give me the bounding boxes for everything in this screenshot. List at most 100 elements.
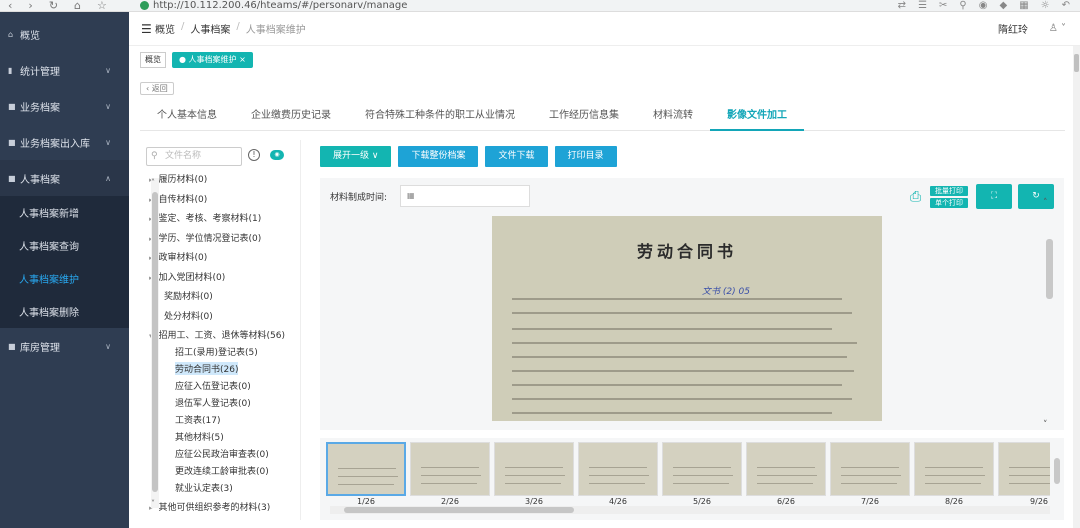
tab-material-flow[interactable]: 材料流转	[636, 101, 710, 131]
tree-child[interactable]: 应征入伍登记表(0)	[175, 379, 251, 392]
username[interactable]: 隋红玲	[998, 21, 1028, 36]
chevron-down-icon: ∨	[105, 341, 111, 351]
tree-child[interactable]: 工资表(17)	[175, 413, 220, 426]
tree-child[interactable]: 更改连续工龄审批表(0)	[175, 464, 269, 477]
tree-node[interactable]: 奖励材料(0)	[164, 289, 213, 302]
tab-special-work[interactable]: 符合特殊工种条件的职工从业情况	[348, 101, 532, 131]
batch-print-button[interactable]: 批量打印	[930, 186, 968, 196]
date-picker-input[interactable]: ▦	[400, 185, 530, 207]
sidebar-subitem-delete[interactable]: 人事档案删除	[0, 295, 129, 328]
thumb-line	[505, 475, 565, 476]
person-folder-icon: ■	[8, 173, 16, 183]
scroll-up-icon[interactable]: ˄	[151, 178, 155, 187]
back-icon[interactable]: ‹	[8, 0, 12, 12]
thumb-line	[673, 467, 731, 468]
print-toc-button[interactable]: 打印目录	[554, 146, 617, 167]
tree-search-input[interactable]: ⚲ 文件名称	[146, 147, 242, 166]
thumbnail-image	[998, 442, 1050, 496]
page-scrollbar[interactable]	[1073, 46, 1080, 528]
menu-toggle-icon[interactable]: ☰	[129, 22, 155, 36]
shield-icon[interactable]: ◆	[999, 0, 1007, 11]
sidebar-item-label: 人事档案	[20, 174, 60, 186]
scroll-thumb[interactable]	[1046, 239, 1053, 299]
sidebar-item-stats[interactable]: ▮ 统计管理 ∨	[0, 52, 129, 88]
user-icon[interactable]: ♙ ˅	[1049, 23, 1066, 34]
forward-icon[interactable]: ›	[28, 0, 32, 12]
tree-child[interactable]: 其他材料(5)	[175, 430, 224, 443]
tag-personnel-maintain[interactable]: ● 人事档案维护 ×	[172, 52, 253, 68]
tree-scrollbar[interactable]: ˄ ˅	[151, 178, 159, 508]
reload-icon[interactable]: ↻	[49, 0, 58, 12]
thumbnail[interactable]: 9/26	[998, 442, 1050, 506]
sidebar-subitem-query[interactable]: 人事档案查询	[0, 229, 129, 262]
thumb-line	[338, 468, 396, 469]
tree-child[interactable]: 就业认定表(3)	[175, 481, 233, 494]
printer-icon[interactable]: ⎙	[910, 189, 921, 205]
tab-payment-history[interactable]: 企业缴费历史记录	[234, 101, 348, 131]
undo-icon[interactable]: ↶	[1062, 0, 1070, 11]
tree-node-expanded[interactable]: ▾招用工、工资、退休等材料(56)	[149, 328, 285, 341]
expand-level-button[interactable]: 展开一级 ∨	[320, 146, 392, 167]
thumbnail[interactable]: 2/26	[410, 442, 490, 506]
address-bar[interactable]: http://10.112.200.46/hteams/#/personarv/…	[140, 0, 898, 11]
tree-node[interactable]: ▸加入党团材料(0)	[149, 270, 225, 283]
scroll-thumb[interactable]	[152, 192, 158, 492]
thumbnail[interactable]: 6/26	[746, 442, 826, 506]
extension-icons[interactable]: ⇄ ☰ ✂ ⚲ ◉ ◆ ▦ ☼ ↶	[898, 0, 1080, 11]
scroll-up-icon[interactable]: ˄	[1043, 198, 1048, 208]
scroll-thumb[interactable]	[1074, 54, 1079, 72]
sidebar-item-personnel-archive[interactable]: ■ 人事档案 ∧	[0, 160, 129, 196]
download-file-button[interactable]: 文件下载	[485, 146, 548, 167]
tree-child[interactable]: 退伍军人登记表(0)	[175, 396, 251, 409]
sidebar-item-business-inout[interactable]: ■ 业务档案出入库 ∨	[0, 124, 129, 160]
tree-child[interactable]: 应征公民政治审查表(0)	[175, 447, 269, 460]
tree-node[interactable]: 处分材料(0)	[164, 309, 213, 322]
thumbnail[interactable]: 8/26	[914, 442, 994, 506]
download-archive-button[interactable]: 下载整份档案	[398, 146, 479, 167]
eye-icon[interactable]: ◉	[270, 150, 284, 160]
scroll-thumb[interactable]	[344, 507, 574, 513]
tree-node[interactable]: ▸鉴定、考核、考察材料(1)	[149, 211, 261, 224]
thumbnail[interactable]: 1/26	[326, 442, 406, 506]
sidebar-item-warehouse[interactable]: ■ 库房管理 ∨	[0, 328, 129, 364]
cut-icon[interactable]: ✂	[939, 0, 947, 11]
viewer-scrollbar[interactable]: ˄ ˅	[1043, 198, 1055, 430]
tab-basic-info[interactable]: 个人基本信息	[140, 101, 234, 131]
scroll-down-icon[interactable]: ˅	[1043, 420, 1048, 430]
thumbnail[interactable]: 3/26	[494, 442, 574, 506]
tree-child-selected[interactable]: 劳动合同书(26)	[175, 362, 239, 375]
tree-child[interactable]: 招工(录用)登记表(5)	[175, 345, 258, 358]
tag-overview[interactable]: 概览	[140, 52, 166, 68]
home-icon[interactable]: ⌂	[74, 0, 81, 12]
chevron-down-icon: ∨	[105, 137, 111, 147]
back-button[interactable]: ‹ 返回	[140, 82, 174, 95]
thumbnail[interactable]: 5/26	[662, 442, 742, 506]
game-icon[interactable]: ◉	[979, 0, 988, 11]
translate-icon[interactable]: ⇄	[898, 0, 906, 11]
single-print-button[interactable]: 单个打印	[930, 198, 968, 208]
thumbnail[interactable]: 4/26	[578, 442, 658, 506]
tab-image-processing[interactable]: 影像文件加工	[710, 101, 804, 131]
grid-icon[interactable]: ▦	[1019, 0, 1028, 11]
star-icon[interactable]: ☆	[97, 0, 107, 12]
sidebar-item-overview[interactable]: ⌂ 概览	[0, 16, 129, 52]
info-icon[interactable]: !	[248, 149, 260, 161]
sidebar-subitem-maintain[interactable]: 人事档案维护	[0, 262, 129, 295]
breadcrumb-item[interactable]: 人事档案	[190, 21, 230, 36]
thumbnail[interactable]: 7/26	[830, 442, 910, 506]
breadcrumb-item[interactable]: 概览	[155, 21, 175, 36]
search-icon[interactable]: ⚲	[959, 0, 966, 11]
chart-icon: ▮	[8, 65, 13, 75]
reader-icon[interactable]: ☰	[918, 0, 927, 11]
thumbnail-vscrollbar[interactable]	[1052, 444, 1062, 506]
thumbnail-hscrollbar[interactable]	[330, 506, 1050, 514]
fullscreen-button[interactable]: ⛶	[976, 184, 1012, 209]
sidebar-subitem-add[interactable]: 人事档案新增	[0, 196, 129, 229]
tree-node[interactable]: ▸学历、学位情况登记表(0)	[149, 231, 261, 244]
tree-node[interactable]: ▸ 其他可供组织参考的材料(3)	[149, 500, 270, 513]
settings-icon[interactable]: ☼	[1041, 0, 1050, 11]
tab-work-history[interactable]: 工作经历信息集	[532, 101, 636, 131]
scroll-down-icon[interactable]: ˅	[151, 499, 155, 508]
sidebar-item-business-archive[interactable]: ■ 业务档案 ∨	[0, 88, 129, 124]
scroll-thumb[interactable]	[1054, 458, 1060, 484]
